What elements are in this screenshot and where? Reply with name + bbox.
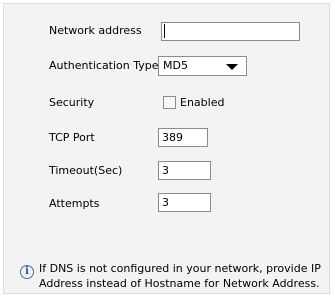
attempts-label: Attempts bbox=[49, 197, 100, 210]
settings-panel bbox=[3, 3, 330, 294]
text-cursor bbox=[164, 24, 165, 38]
info-icon: i bbox=[20, 265, 34, 279]
timeout-input[interactable] bbox=[158, 161, 211, 180]
dropdown-arrow-icon[interactable] bbox=[226, 64, 238, 70]
network-address-label: Network address bbox=[49, 24, 142, 37]
page: Network address Authentication Type MD5 … bbox=[0, 0, 335, 297]
security-enabled-checkbox[interactable] bbox=[163, 96, 176, 109]
timeout-label: Timeout(Sec) bbox=[49, 164, 123, 177]
network-address-input[interactable] bbox=[161, 22, 300, 41]
attempts-input[interactable] bbox=[158, 193, 211, 212]
authentication-type-label: Authentication Type bbox=[49, 59, 159, 72]
security-enabled-label[interactable]: Enabled bbox=[180, 96, 224, 110]
info-message: If DNS is not configured in your network… bbox=[39, 262, 321, 290]
authentication-type-select[interactable]: MD5 bbox=[158, 56, 247, 76]
tcp-port-input[interactable] bbox=[158, 128, 208, 147]
authentication-type-value: MD5 bbox=[163, 59, 188, 72]
tcp-port-label: TCP Port bbox=[49, 131, 95, 144]
security-label: Security bbox=[49, 96, 95, 109]
